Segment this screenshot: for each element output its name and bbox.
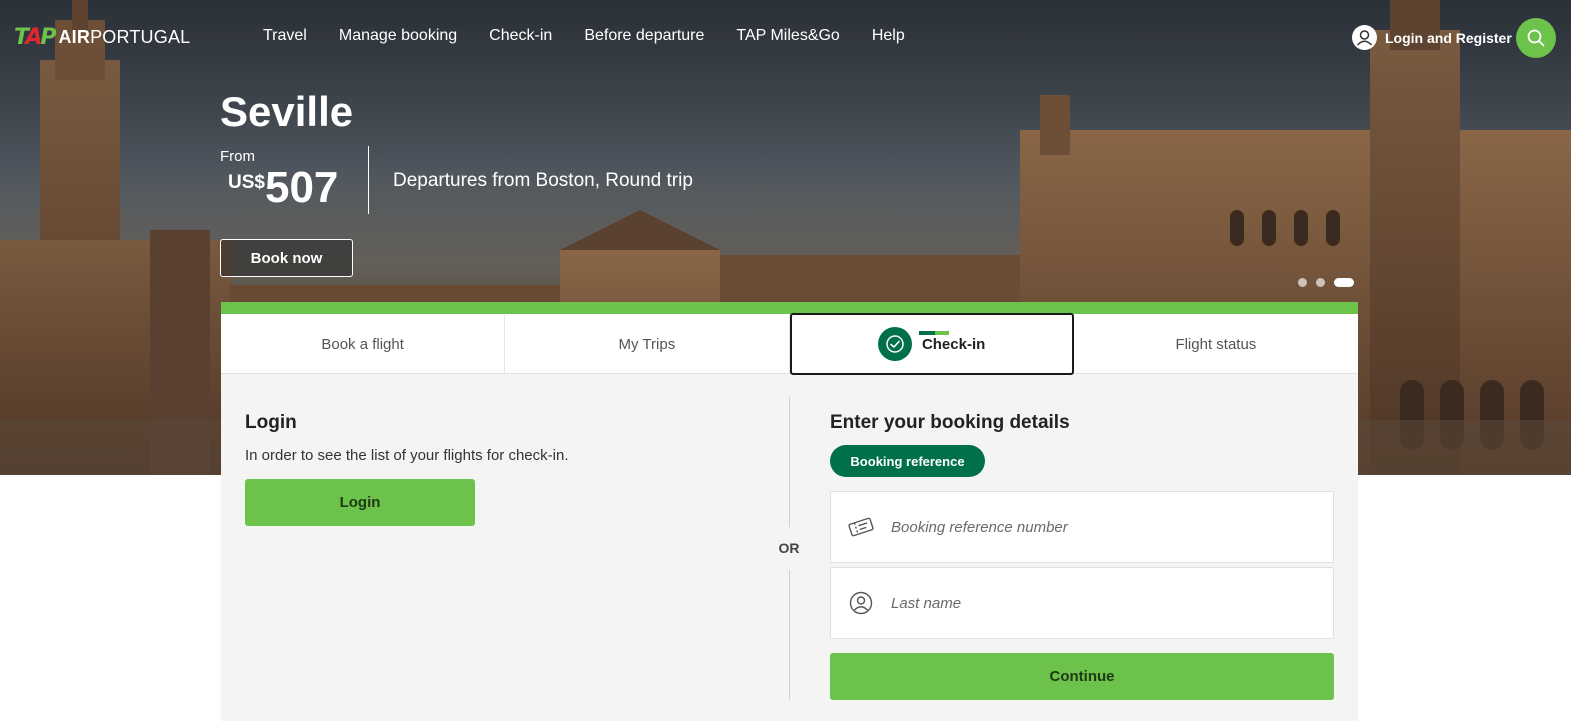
booking-reference-input[interactable] [891, 518, 1311, 536]
logo-wordmark: AIRPORTUGAL [58, 26, 191, 47]
login-section: Login In order to see the list of your f… [245, 412, 568, 464]
nav-help[interactable]: Help [872, 27, 905, 45]
booking-details-heading: Enter your booking details [830, 412, 1070, 433]
promo-description: Departures from Boston, Round trip [393, 170, 693, 191]
promo-from-label: From [220, 148, 255, 165]
last-name-field[interactable] [830, 567, 1334, 639]
login-description: In order to see the list of your flights… [245, 447, 569, 464]
nav-tap-miles-go[interactable]: TAP Miles&Go [736, 27, 839, 45]
main-nav: Travel Manage booking Check-in Before de… [263, 27, 937, 45]
carousel-dot-3[interactable] [1334, 278, 1354, 287]
promo-currency: US$ [228, 172, 265, 193]
tab-book-a-flight[interactable]: Book a flight [221, 314, 506, 374]
tap-logo-mark: TAP [14, 24, 56, 50]
tab-label: Flight status [1175, 335, 1257, 353]
nav-manage-booking[interactable]: Manage booking [339, 27, 457, 45]
divider-line [789, 570, 790, 700]
booking-reference-pill[interactable]: Booking reference [830, 445, 985, 477]
login-heading: Login [245, 412, 297, 433]
tab-active-indicator [918, 331, 949, 335]
tab-my-trips[interactable]: My Trips [505, 314, 790, 374]
search-button[interactable] [1516, 18, 1556, 58]
search-icon [1527, 29, 1545, 47]
ticket-icon [831, 516, 891, 538]
tap-air-portugal-logo[interactable]: TAP AIRPORTUGAL [14, 24, 190, 50]
promo-price: US$ 507 [228, 164, 338, 212]
divider-line [789, 397, 790, 527]
widget-accent-bar [221, 302, 1358, 314]
nav-before-departure[interactable]: Before departure [584, 27, 704, 45]
user-circle-icon [1352, 25, 1377, 50]
site-header: TAP AIRPORTUGAL Travel Manage booking Ch… [0, 0, 1571, 75]
widget-tabs: Book a flight My Trips Check-in Flight s… [221, 313, 1358, 375]
promo-divider [368, 146, 369, 214]
nav-check-in[interactable]: Check-in [489, 27, 552, 45]
carousel-dot-2[interactable] [1316, 278, 1325, 287]
tab-label: Check-in [921, 335, 986, 353]
carousel-dots [1298, 278, 1354, 287]
booking-widget: Book a flight My Trips Check-in Flight s… [221, 302, 1358, 721]
promo-amount: 507 [264, 163, 339, 212]
carousel-dot-1[interactable] [1298, 278, 1307, 287]
tab-label: Book a flight [321, 335, 404, 353]
continue-button[interactable]: Continue [830, 653, 1334, 700]
check-circle-icon [877, 327, 912, 361]
book-now-button[interactable]: Book now [220, 239, 353, 277]
nav-travel[interactable]: Travel [263, 27, 307, 45]
promo-city-title: Seville [220, 88, 354, 135]
user-icon [831, 591, 891, 615]
login-register-label: Login and Register [1385, 29, 1512, 46]
last-name-input[interactable] [891, 594, 1311, 612]
booking-reference-field[interactable] [830, 491, 1334, 563]
tab-label: My Trips [618, 335, 676, 353]
tab-check-in[interactable]: Check-in [789, 313, 1074, 375]
or-separator: OR [778, 540, 800, 556]
tab-flight-status[interactable]: Flight status [1074, 314, 1358, 374]
login-button[interactable]: Login [245, 479, 475, 526]
login-register-link[interactable]: Login and Register [1352, 25, 1512, 50]
